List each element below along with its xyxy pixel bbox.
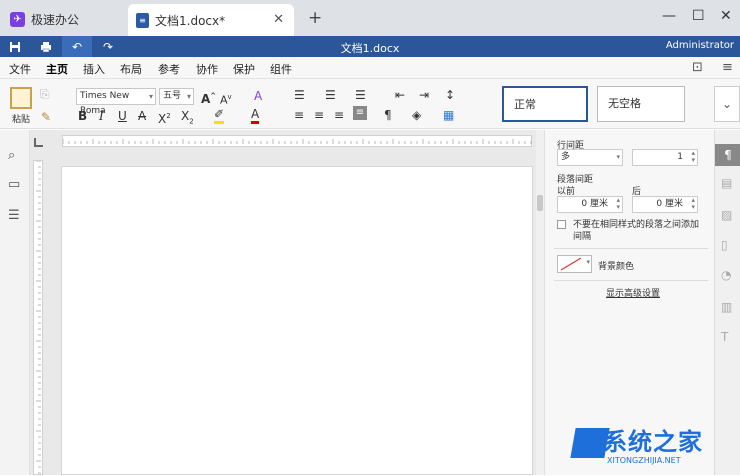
- bullet-list-icon[interactable]: ☰: [294, 87, 305, 103]
- title-bar: ↶ ↷ 文档1.docx Administrator: [0, 36, 740, 57]
- horizontal-ruler[interactable]: [62, 135, 532, 147]
- rocket-logo-icon: ✈: [10, 12, 25, 27]
- minimize-button[interactable]: —: [662, 8, 676, 24]
- menu-protect[interactable]: 保护: [233, 61, 255, 77]
- borders-icon[interactable]: ▦: [443, 107, 454, 123]
- app-title: 极速办公: [31, 13, 80, 27]
- align-right-icon[interactable]: ≡: [334, 107, 344, 123]
- copy-icon[interactable]: ⎘: [40, 86, 50, 102]
- text-art-icon[interactable]: T: [721, 330, 728, 344]
- panel-divider: [554, 280, 708, 281]
- no-space-checkbox[interactable]: [557, 220, 566, 229]
- styles-more-icon[interactable]: ⌄: [714, 86, 740, 122]
- background-color-picker[interactable]: ▾: [557, 255, 592, 273]
- line-spacing-mode-select[interactable]: 多 ▾: [557, 149, 623, 166]
- tab-app-home[interactable]: ✈ 极速办公: [6, 7, 79, 32]
- shape-settings-icon[interactable]: ◔: [721, 268, 731, 282]
- tab-document[interactable]: ≡ 文档1.docx* ✕: [128, 4, 294, 36]
- more-menu-icon[interactable]: ≡: [722, 60, 733, 75]
- watermark-logo: 系统之家 XITONGZHIJIA.NET: [570, 418, 735, 470]
- watermark-title: 系统之家: [603, 428, 703, 456]
- line-spacing-mode-value: 多: [561, 152, 571, 162]
- menu-bar: 文件 主页 插入 布局 参考 协作 保护 组件 ⊡ ≡: [0, 57, 740, 83]
- menu-file[interactable]: 文件: [9, 61, 31, 77]
- increase-indent-icon[interactable]: ⇥: [419, 87, 429, 103]
- close-tab-icon[interactable]: ✕: [273, 12, 284, 27]
- paste-icon[interactable]: [10, 87, 32, 109]
- menu-plugins[interactable]: 组件: [270, 61, 292, 77]
- align-left-icon[interactable]: ≡: [294, 107, 304, 123]
- decrease-font-icon[interactable]: Av: [220, 89, 232, 109]
- document-icon: ≡: [136, 12, 149, 28]
- watermark-url: XITONGZHIJIA.NET: [607, 456, 681, 465]
- no-space-checkbox-label: 不要在相同样式的段落之间添加间隔: [573, 220, 700, 242]
- menu-home[interactable]: 主页: [46, 61, 68, 83]
- navigation-icon[interactable]: ☰: [8, 208, 20, 223]
- font-name-select[interactable]: Times New Roma ▾: [76, 88, 156, 116]
- strikethrough-icon[interactable]: A: [138, 108, 146, 124]
- document-page[interactable]: [61, 166, 533, 475]
- paragraph-settings-icon[interactable]: ¶: [715, 144, 740, 166]
- vertical-ruler[interactable]: [33, 160, 43, 475]
- font-size-select[interactable]: 五号 ▾: [159, 88, 194, 105]
- menu-layout[interactable]: 布局: [120, 61, 142, 77]
- spacing-after-input[interactable]: 0 厘米 ▴ ▾: [632, 196, 698, 213]
- menu-collaborate[interactable]: 协作: [196, 61, 218, 77]
- paste-label: 粘贴: [12, 115, 31, 125]
- bold-icon[interactable]: B: [78, 108, 87, 124]
- multilevel-list-icon[interactable]: ☰: [355, 87, 366, 103]
- table-settings-icon[interactable]: ▯: [721, 238, 728, 252]
- menu-references[interactable]: 参考: [158, 61, 180, 77]
- line-spacing-value: 1: [677, 152, 683, 162]
- header-footer-icon[interactable]: ▤: [721, 176, 732, 190]
- underline-icon[interactable]: U: [118, 108, 127, 124]
- maximize-button[interactable]: ☐: [692, 8, 705, 24]
- font-size-value: 五号: [163, 91, 182, 101]
- decrease-indent-icon[interactable]: ⇤: [395, 87, 405, 103]
- numbered-list-icon[interactable]: ☰: [325, 87, 336, 103]
- change-case-icon[interactable]: A: [254, 88, 262, 104]
- image-settings-icon[interactable]: ▨: [721, 208, 732, 222]
- show-advanced-settings-link[interactable]: 显示高级设置: [606, 286, 660, 299]
- superscript-icon[interactable]: X2: [158, 108, 171, 127]
- search-icon[interactable]: ⌕: [8, 148, 15, 163]
- style-normal[interactable]: 正常: [502, 86, 588, 122]
- line-spacing-value-input[interactable]: 1 ▴ ▾: [632, 149, 698, 166]
- tab-stop-selector[interactable]: [34, 138, 43, 147]
- close-window-button[interactable]: ✕: [720, 8, 732, 24]
- scrollbar-thumb[interactable]: [537, 195, 543, 211]
- panel-divider: [554, 248, 708, 249]
- highlight-icon[interactable]: ✐: [214, 108, 225, 124]
- spacing-after-value: 0 厘米: [656, 199, 683, 209]
- spacing-before-value: 0 厘米: [581, 199, 608, 209]
- chart-settings-icon[interactable]: ▥: [721, 300, 732, 314]
- user-name[interactable]: Administrator: [666, 40, 734, 51]
- comment-icon[interactable]: ▭: [8, 177, 20, 192]
- shading-icon[interactable]: ◈: [412, 107, 421, 123]
- italic-icon[interactable]: I: [99, 108, 104, 124]
- increase-font-icon[interactable]: A^: [201, 88, 216, 107]
- vertical-scrollbar[interactable]: [536, 130, 544, 475]
- format-painter-icon[interactable]: ✎: [41, 109, 51, 125]
- open-location-icon[interactable]: ⊡: [692, 60, 703, 75]
- justify-icon[interactable]: ≡: [353, 106, 367, 120]
- document-tab-title: 文档1.docx*: [155, 13, 226, 28]
- paragraph-marks-icon[interactable]: ¶: [384, 107, 392, 123]
- tab-bar: ✈ 极速办公 ≡ 文档1.docx* ✕ + — ☐ ✕: [0, 0, 740, 36]
- document-title: 文档1.docx: [340, 42, 400, 55]
- align-center-icon[interactable]: ≡: [314, 107, 324, 123]
- new-tab-button[interactable]: +: [308, 8, 322, 28]
- subscript-icon[interactable]: X2: [181, 108, 194, 129]
- spacing-before-input[interactable]: 0 厘米 ▴ ▾: [557, 196, 623, 213]
- background-color-label: 背景颜色: [598, 262, 635, 272]
- line-spacing-icon[interactable]: ↕: [445, 87, 455, 103]
- font-color-icon[interactable]: A: [251, 108, 260, 124]
- menu-insert[interactable]: 插入: [83, 61, 105, 77]
- style-no-spacing[interactable]: 无空格: [597, 86, 685, 122]
- left-sidebar: ⌕ ▭ ☰: [0, 130, 30, 475]
